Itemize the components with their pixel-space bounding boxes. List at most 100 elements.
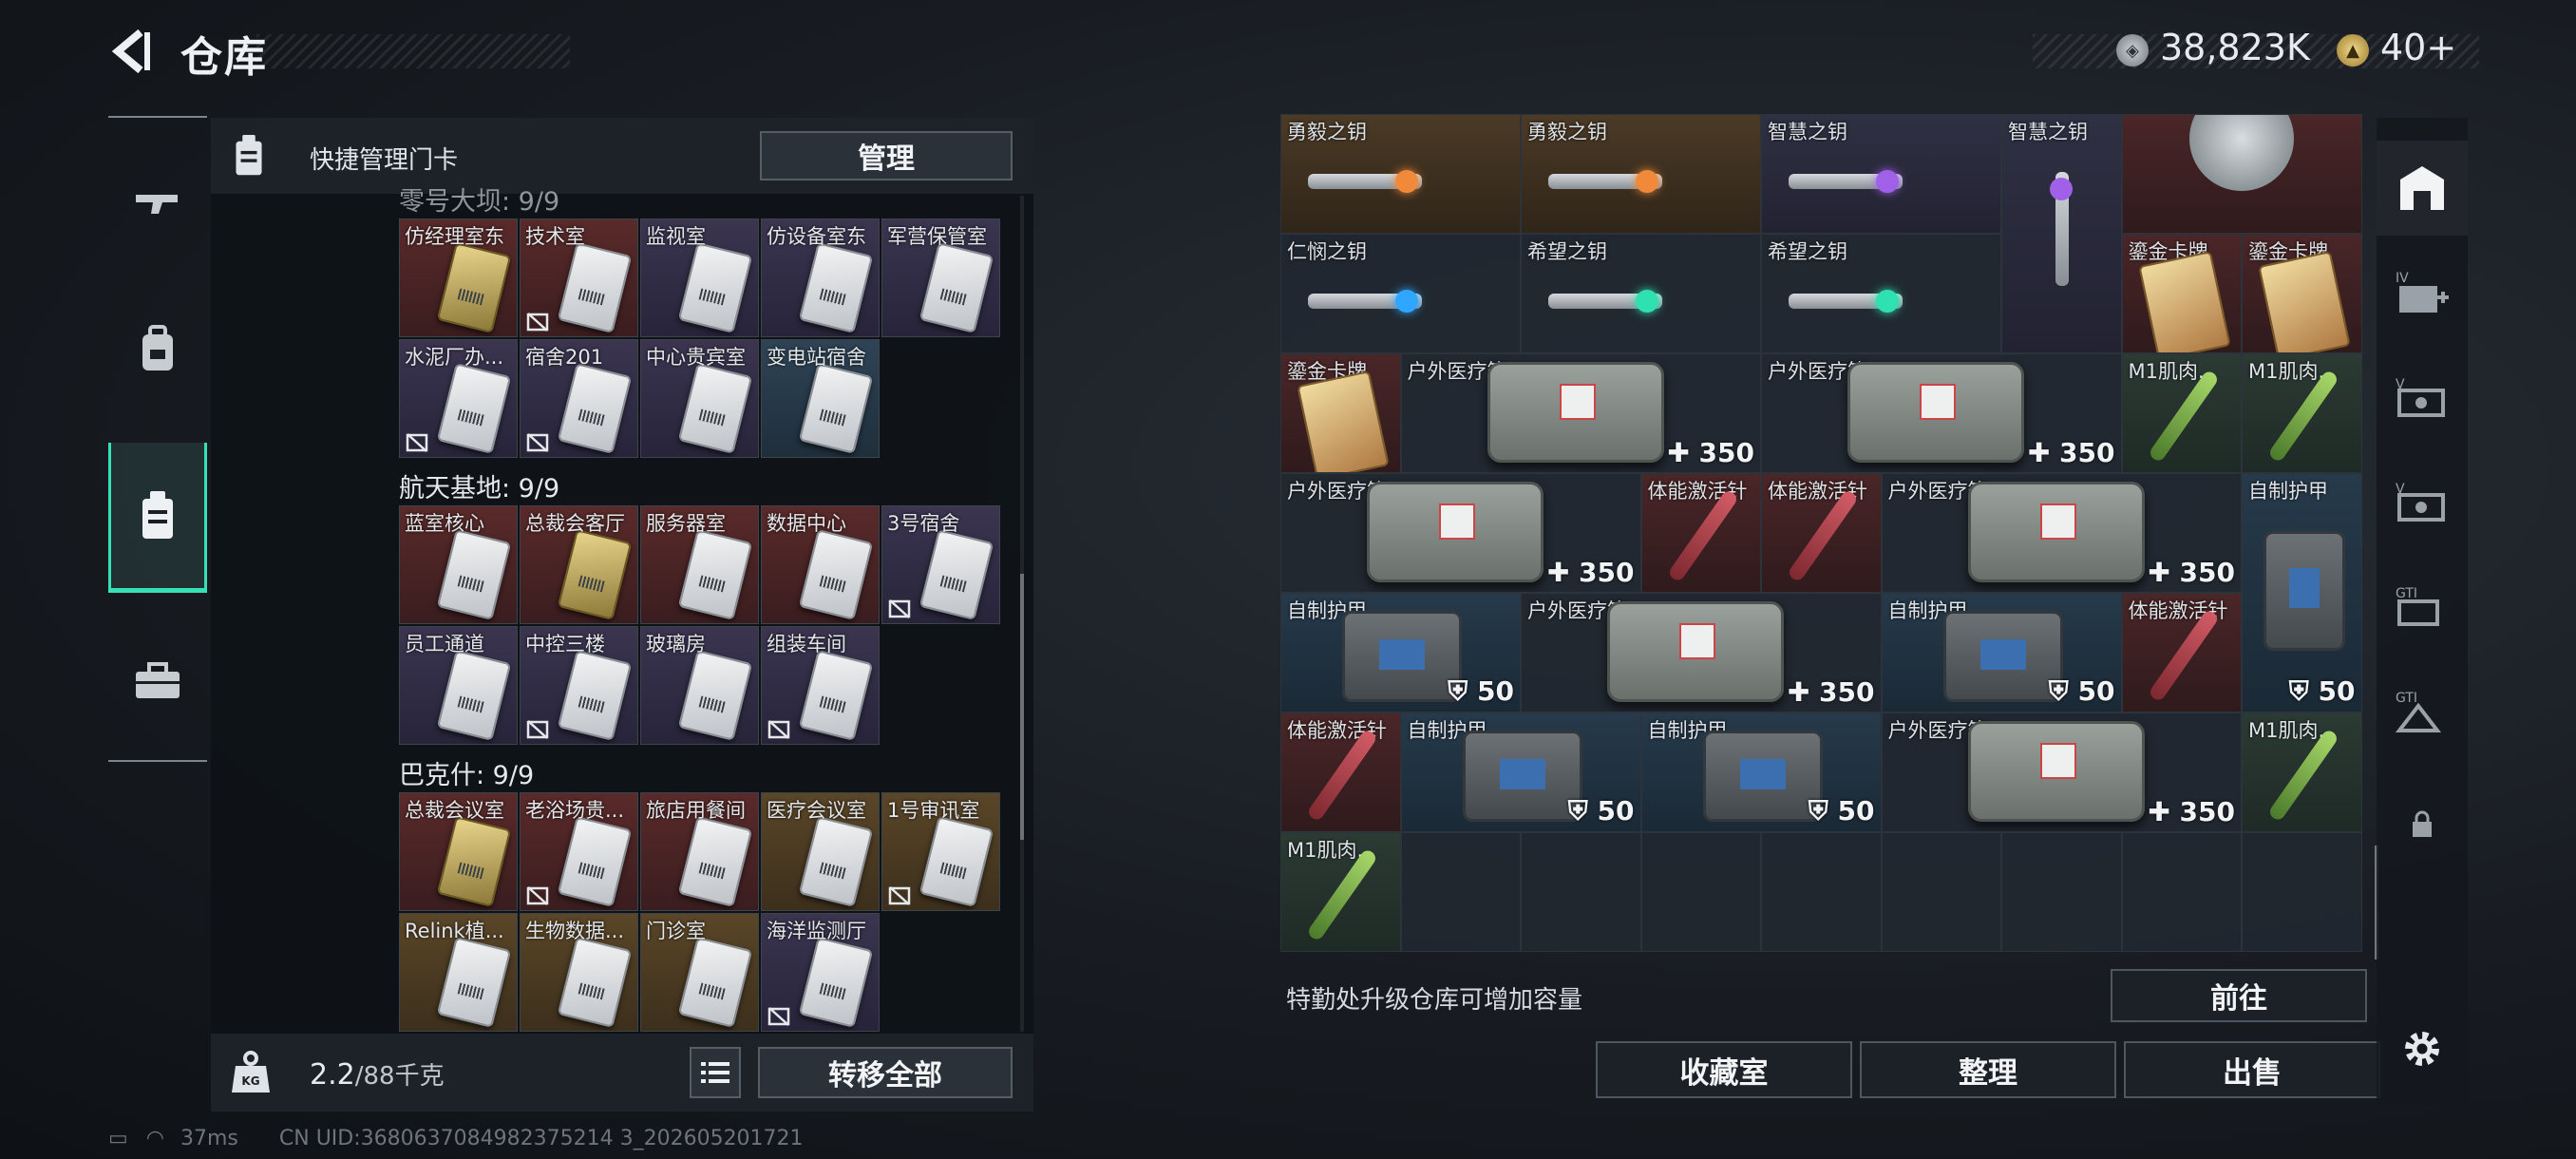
keycard-slot[interactable]: 服务器室: [640, 505, 759, 624]
empty-slot[interactable]: [1640, 832, 1761, 952]
item-stim[interactable]: 体能激活针: [1761, 473, 1882, 593]
item-medbox[interactable]: 户外医疗箱 ✚ 350: [1400, 353, 1761, 473]
empty-slot[interactable]: [2242, 832, 2362, 952]
settings-button[interactable]: [2377, 1001, 2468, 1096]
item-gold-card[interactable]: 鎏金卡牌: [1280, 353, 1401, 473]
keycard-slot[interactable]: 中心贵宾室: [640, 339, 759, 458]
empty-slot[interactable]: [2001, 832, 2122, 952]
tab-ammo-2[interactable]: V: [2377, 454, 2468, 549]
tab-ammo-1[interactable]: V: [2377, 350, 2468, 445]
panel-header: 快捷管理门卡 管理: [211, 118, 1033, 194]
item-key-slot[interactable]: 希望之钥: [1521, 234, 1761, 353]
item-armor[interactable]: 自制护甲 ⛨ 50: [2242, 473, 2362, 712]
unrepairable-icon: [526, 433, 549, 452]
item-medbox[interactable]: 户外医疗箱 ✚ 350: [1881, 712, 2242, 832]
keycard-slot[interactable]: 水泥厂办...: [399, 339, 518, 458]
item-armor[interactable]: 自制护甲 ⛨ 50: [1640, 712, 1882, 832]
tab-equipment[interactable]: [108, 610, 207, 752]
collection-room-button[interactable]: 收藏室: [1596, 1041, 1852, 1098]
tab-locked[interactable]: [2377, 777, 2468, 872]
keycard-slot[interactable]: 海洋监测厅: [761, 913, 880, 1032]
ammo-box-icon: V: [2396, 377, 2445, 417]
keycard-slot[interactable]: 总裁会议室: [399, 792, 518, 911]
back-arrow-icon[interactable]: [106, 27, 156, 76]
tab-gti-2[interactable]: GTI: [2377, 663, 2468, 758]
briefcase-icon: [136, 662, 180, 698]
transfer-all-button[interactable]: 转移全部: [758, 1047, 1013, 1098]
tab-gti[interactable]: GTI: [2377, 559, 2468, 654]
keycard-slot[interactable]: 1号审讯室: [881, 792, 1000, 911]
item-key-slot[interactable]: 勇毅之钥: [1521, 114, 1761, 234]
item-m1-stim[interactable]: M1肌肉...: [2121, 353, 2242, 473]
item-m1-stim[interactable]: M1肌肉...: [1280, 832, 1401, 952]
wifi-icon: ◠: [145, 1127, 164, 1150]
item-orb-slot[interactable]: [2121, 114, 2362, 234]
shield-icon: ⛨: [2048, 675, 2078, 707]
tab-gear[interactable]: [108, 277, 207, 420]
keycard-slot[interactable]: 总裁会客厅: [520, 505, 638, 624]
keycard-slot[interactable]: 监视室: [640, 218, 759, 337]
item-key-slot[interactable]: 仁悯之钥: [1280, 234, 1521, 353]
item-key-slot[interactable]: 智慧之钥: [2001, 114, 2122, 353]
silver-currency-value[interactable]: 38,823K: [2160, 27, 2310, 68]
keycard-slot[interactable]: 蓝室核心: [399, 505, 518, 624]
keycard-slot[interactable]: Relink植...: [399, 913, 518, 1032]
gold-currency-value[interactable]: 40+: [2380, 27, 2456, 68]
medbox-image: [1967, 482, 2145, 582]
keycard-label: 组装车间: [767, 633, 846, 656]
item-label: 仁悯之钥: [1287, 240, 1367, 263]
item-medbox[interactable]: 户外医疗箱 ✚ 350: [1761, 353, 2122, 473]
keycard-slot[interactable]: 门诊室: [640, 913, 759, 1032]
item-armor[interactable]: 自制护甲 ⛨ 50: [1881, 593, 2122, 712]
scrollbar-thumb[interactable]: [1020, 574, 1024, 840]
tab-keycards[interactable]: [108, 443, 207, 593]
tab-medical[interactable]: IV: [2377, 245, 2468, 340]
item-m1-stim[interactable]: M1肌肉...: [2242, 712, 2362, 832]
keycard-slot[interactable]: 3号宿舍: [881, 505, 1000, 624]
keycard-slot[interactable]: 宿舍201: [520, 339, 638, 458]
item-key-slot[interactable]: 勇毅之钥: [1280, 114, 1521, 234]
tab-weapons[interactable]: [108, 133, 207, 276]
empty-slot[interactable]: [1400, 832, 1521, 952]
keycard-slot[interactable]: 医疗会议室: [761, 792, 880, 911]
keycard-slot[interactable]: 组装车间: [761, 626, 880, 745]
keycard-slot[interactable]: 技术室: [520, 218, 638, 337]
item-armor[interactable]: 自制护甲 ⛨ 50: [1280, 593, 1521, 712]
goto-button[interactable]: 前往: [2111, 969, 2367, 1022]
keycard-slot[interactable]: 变电站宿舍: [761, 339, 880, 458]
item-m1-stim[interactable]: M1肌肉...: [2242, 353, 2362, 473]
keycard-slot[interactable]: 旅店用餐间: [640, 792, 759, 911]
item-key-slot[interactable]: 希望之钥: [1761, 234, 2001, 353]
item-key-slot[interactable]: 智慧之钥: [1761, 114, 2001, 234]
item-gold-card[interactable]: 鎏金卡牌: [2242, 234, 2362, 353]
list-view-button[interactable]: [690, 1047, 741, 1098]
item-stim[interactable]: 体能激活针: [1640, 473, 1761, 593]
item-gold-card[interactable]: 鎏金卡牌: [2121, 234, 2242, 353]
item-medbox[interactable]: 户外医疗箱 ✚ 350: [1521, 593, 1882, 712]
unrepairable-icon: [526, 720, 549, 739]
sell-button[interactable]: 出售: [2124, 1041, 2380, 1098]
keycard-slot[interactable]: 仿经理室东: [399, 218, 518, 337]
keycard-slot[interactable]: 中控三楼: [520, 626, 638, 745]
keycard-slot[interactable]: 玻璃房: [640, 626, 759, 745]
item-medbox[interactable]: 户外医疗箱 ✚ 350: [1280, 473, 1641, 593]
durability-heal-value: ✚ 350: [2148, 557, 2235, 588]
item-stim[interactable]: 体能激活针: [1280, 712, 1401, 832]
keycard-slot[interactable]: 员工通道: [399, 626, 518, 745]
keycard-slot[interactable]: 军营保管室: [881, 218, 1000, 337]
keycard-slot[interactable]: 生物数据...: [520, 913, 638, 1032]
keycard-slot[interactable]: 仿设备室东: [761, 218, 880, 337]
manage-button[interactable]: 管理: [760, 131, 1013, 180]
tab-vault[interactable]: [2377, 141, 2468, 236]
keycard-slot[interactable]: 数据中心: [761, 505, 880, 624]
keycard-slot[interactable]: 老浴场贵...: [520, 792, 638, 911]
sort-button[interactable]: 整理: [1860, 1041, 2116, 1098]
item-medbox[interactable]: 户外医疗箱 ✚ 350: [1881, 473, 2242, 593]
empty-slot[interactable]: [1761, 832, 1882, 952]
empty-slot[interactable]: [1521, 832, 1641, 952]
empty-slot[interactable]: [2121, 832, 2242, 952]
item-stim[interactable]: 体能激活针: [2121, 593, 2242, 712]
armor-image: [1702, 731, 1823, 822]
empty-slot[interactable]: [1881, 832, 2001, 952]
item-armor[interactable]: 自制护甲 ⛨ 50: [1400, 712, 1641, 832]
